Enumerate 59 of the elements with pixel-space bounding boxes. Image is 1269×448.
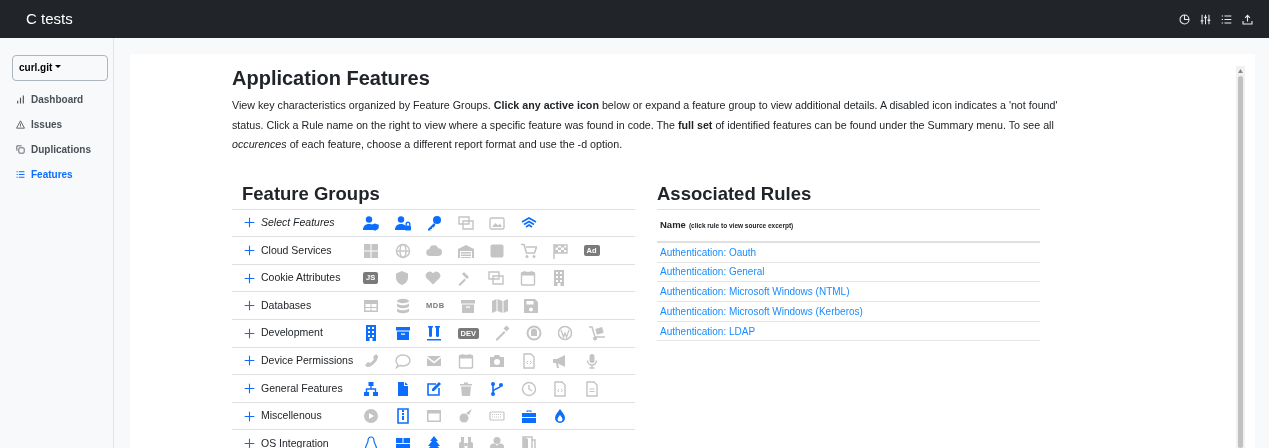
toolbox-icon[interactable]: [520, 408, 537, 425]
section-heading: Feature Groups: [242, 182, 381, 205]
warning-icon: [16, 119, 25, 129]
expand-icon[interactable]: [244, 410, 255, 422]
sliders-icon[interactable]: [1200, 13, 1211, 25]
scrollbar[interactable]: [1236, 66, 1245, 448]
rule-link[interactable]: Authentication: Microsoft Windows (NTML): [660, 284, 850, 300]
group-label[interactable]: Cloud Services: [261, 242, 363, 259]
page-title: Application Features: [232, 66, 431, 90]
sidebar-item[interactable]: Dashboard: [12, 86, 108, 112]
upload-icon[interactable]: [1242, 13, 1253, 25]
network-icon[interactable]: [363, 380, 379, 397]
group-label[interactable]: Device Permissions: [261, 353, 363, 369]
test-tubes-icon[interactable]: [426, 325, 442, 342]
branch-icon[interactable]: [489, 380, 505, 397]
group-label[interactable]: Databases: [261, 297, 363, 314]
user-shield-icon[interactable]: [363, 215, 379, 231]
zip-file-icon[interactable]: [394, 408, 411, 425]
edit-icon[interactable]: [426, 380, 442, 397]
expand-icon[interactable]: [244, 327, 255, 339]
rule-link[interactable]: Authentication: Oauth: [660, 244, 757, 260]
group-label[interactable]: Development: [261, 325, 363, 342]
repo-dropdown[interactable]: curl.git: [12, 54, 108, 81]
expand-icon[interactable]: [244, 272, 255, 284]
archive-box-icon[interactable]: [394, 325, 411, 342]
sidebar-item[interactable]: Features: [12, 161, 108, 187]
group-label[interactable]: Miscellenous: [261, 408, 363, 424]
expand-icon[interactable]: [244, 383, 255, 395]
sidebar-item[interactable]: Issues: [12, 111, 108, 137]
expand-icon[interactable]: [244, 355, 255, 367]
bar-chart-icon: [16, 94, 25, 104]
box-icon[interactable]: [394, 435, 411, 448]
column-header: Name: [660, 217, 686, 232]
group-label[interactable]: OS Integration: [261, 435, 363, 448]
scroll-up-icon[interactable]: [1238, 69, 1243, 73]
section-heading: Associated Rules: [657, 182, 813, 205]
list-icon: [16, 169, 25, 179]
pie-chart-icon[interactable]: [1179, 13, 1190, 25]
copy-icon: [16, 144, 25, 154]
rule-link[interactable]: Authentication: LDAP: [660, 323, 756, 339]
sidebar-item[interactable]: Duplications: [12, 136, 108, 162]
tree-icon[interactable]: [426, 435, 442, 448]
rule-link[interactable]: Authentication: Microsoft Windows (Kerberos): [660, 303, 863, 319]
list-icon[interactable]: [1221, 13, 1232, 25]
building-icon[interactable]: [363, 325, 379, 342]
group-label[interactable]: General Features: [261, 380, 363, 397]
rule-link[interactable]: Authentication: General: [660, 264, 765, 280]
intro-paragraph: View key characteristics organized by Feature Groups. Click any active icon below or expand a feature group to view additional details. A disabled icon indicates a 'not found' status. Click a Rule name on the right to view where a specific feature was found in code. The full set of identified features can be found under the Summary menu. To see all occurences of each feature, choose a different report format and use the -d option.: [232, 98, 1059, 152]
drop-icon[interactable]: [552, 408, 568, 425]
user-lock-icon[interactable]: [394, 215, 411, 231]
expand-icon[interactable]: [244, 300, 255, 312]
expand-icon[interactable]: [244, 217, 255, 229]
key-icon[interactable]: [426, 215, 442, 231]
expand-icon[interactable]: [244, 438, 255, 448]
app-title: C tests: [26, 8, 73, 29]
group-label[interactable]: Cookie Attributes: [261, 270, 363, 287]
expand-icon[interactable]: [244, 245, 255, 257]
signal-icon[interactable]: [520, 215, 537, 231]
group-label[interactable]: Select Features: [261, 215, 363, 231]
